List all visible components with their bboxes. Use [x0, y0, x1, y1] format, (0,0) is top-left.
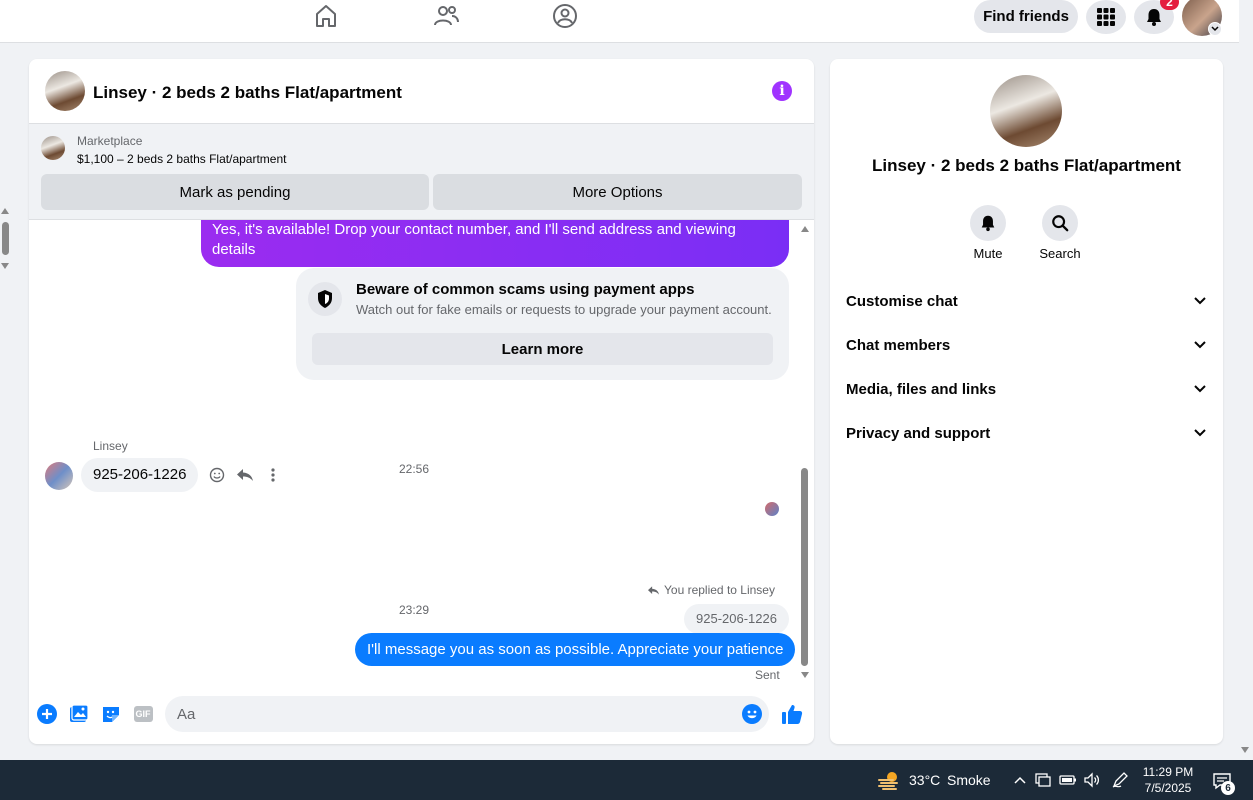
shield-icon: [308, 282, 342, 316]
emoji-icon[interactable]: [741, 703, 763, 725]
marketplace-thumbnail[interactable]: [41, 136, 65, 160]
chevron-down-icon[interactable]: [1208, 22, 1222, 36]
marketplace-label: Marketplace: [77, 134, 143, 148]
chat-scroll-up-arrow[interactable]: [801, 226, 809, 232]
section-privacy-support[interactable]: Privacy and support: [838, 411, 1215, 455]
network-icon[interactable]: [1034, 771, 1052, 789]
thumbs-up-icon[interactable]: [781, 703, 803, 725]
os-taskbar: 33°C Smoke 11:29 PM 7/5/2025 6: [0, 760, 1253, 800]
weather-smoke-icon[interactable]: [877, 769, 901, 791]
search-icon: [1042, 205, 1078, 241]
reply-icon: [648, 585, 659, 595]
find-friends-button[interactable]: Find friends: [974, 0, 1078, 33]
mute-button[interactable]: Mute: [958, 205, 1018, 261]
more-options-button[interactable]: More Options: [433, 174, 802, 210]
section-chat-members[interactable]: Chat members: [838, 323, 1215, 367]
message-input[interactable]: [165, 696, 769, 732]
notification-badge: 2: [1160, 0, 1179, 10]
section-media-files-links[interactable]: Media, files and links: [838, 367, 1215, 411]
panel-title: Linsey · 2 beds 2 baths Flat/apartment: [872, 156, 1181, 175]
chevron-down-icon: [1194, 429, 1206, 437]
marketplace-listing[interactable]: $1,100 – 2 beds 2 baths Flat/apartment: [77, 152, 286, 166]
listing-photo[interactable]: [990, 75, 1062, 147]
chat-window: Linsey · 2 beds 2 baths Flat/apartment i…: [29, 59, 814, 744]
page-scroll-up-arrow[interactable]: [1, 208, 9, 214]
weather-temperature[interactable]: 33°C: [909, 772, 940, 788]
mute-label: Mute: [973, 246, 1003, 261]
chevron-up-icon[interactable]: [1011, 771, 1029, 789]
page-scrollbar-thumb[interactable]: [2, 222, 9, 255]
chevron-down-icon: [1194, 341, 1206, 349]
groups-icon[interactable]: [551, 2, 579, 30]
top-navigation-bar: Find friends 2: [0, 0, 1239, 43]
search-label: Search: [1039, 246, 1081, 261]
chevron-down-icon: [1194, 385, 1206, 393]
battery-icon[interactable]: [1059, 771, 1077, 789]
chat-scroll-down-arrow[interactable]: [801, 672, 809, 678]
sender-name: Linsey: [93, 439, 128, 453]
reply-icon[interactable]: [235, 465, 255, 485]
react-emoji-icon[interactable]: [207, 465, 227, 485]
chat-title[interactable]: Linsey · 2 beds 2 baths Flat/apartment: [93, 83, 402, 103]
learn-more-button[interactable]: Learn more: [312, 333, 773, 365]
outgoing-message[interactable]: Yes, it's available! Drop your contact n…: [201, 220, 789, 267]
weather-condition[interactable]: Smoke: [947, 772, 991, 788]
page-scroll-down-arrow[interactable]: [1, 263, 9, 269]
menu-grid-button[interactable]: [1086, 0, 1126, 34]
volume-icon[interactable]: [1083, 771, 1101, 789]
section-customise-chat[interactable]: Customise chat: [838, 279, 1215, 323]
section-label: Privacy and support: [846, 424, 991, 442]
clock-date: 7/5/2025: [1144, 781, 1192, 795]
message-status: Sent: [755, 668, 780, 682]
scam-warning-card: Beware of common scams using payment app…: [296, 268, 789, 380]
sender-avatar[interactable]: [45, 462, 73, 490]
search-button[interactable]: Search: [1030, 205, 1090, 261]
system-clock[interactable]: 11:29 PM 7/5/2025: [1138, 764, 1198, 796]
home-icon[interactable]: [312, 2, 340, 30]
sticker-icon[interactable]: [100, 703, 122, 725]
section-label: Media, files and links: [846, 380, 997, 398]
quoted-message[interactable]: 925-206-1226: [684, 604, 789, 634]
notification-center-badge: 6: [1221, 781, 1235, 795]
outgoing-message[interactable]: I'll message you as soon as possible. Ap…: [355, 633, 796, 666]
mark-as-pending-button[interactable]: Mark as pending: [41, 174, 429, 210]
photo-icon[interactable]: [68, 703, 90, 725]
replied-label: You replied to Linsey: [647, 583, 775, 597]
listing-thumbnail[interactable]: [45, 71, 85, 111]
incoming-message[interactable]: 925-206-1226: [81, 458, 199, 492]
bell-icon: [1147, 9, 1161, 26]
message-composer: GIF: [29, 685, 814, 744]
chat-header: Linsey · 2 beds 2 baths Flat/apartment i: [29, 59, 814, 124]
section-label: Customise chat: [846, 292, 958, 310]
grid-icon: [1097, 8, 1115, 26]
bell-icon: [970, 205, 1006, 241]
scam-warning-body: Watch out for fake emails or requests to…: [356, 302, 772, 317]
marketplace-banner: Marketplace $1,100 – 2 beds 2 baths Flat…: [29, 124, 814, 220]
pen-icon[interactable]: [1111, 771, 1129, 789]
conversation-info-panel: Linsey · 2 beds 2 baths Flat/apartment M…: [830, 59, 1223, 744]
friends-icon[interactable]: [432, 2, 460, 30]
replied-label-text: You replied to Linsey: [664, 583, 775, 597]
plus-icon[interactable]: [36, 703, 58, 725]
gif-icon[interactable]: GIF: [132, 703, 154, 725]
clock-time: 11:29 PM: [1142, 765, 1194, 779]
scam-warning-title: Beware of common scams using payment app…: [356, 281, 695, 298]
info-icon[interactable]: i: [772, 81, 792, 101]
chat-scrollbar-thumb[interactable]: [801, 468, 808, 666]
seen-avatar: [765, 502, 779, 516]
section-label: Chat members: [846, 336, 951, 354]
more-actions-icon[interactable]: [263, 465, 283, 485]
chevron-down-icon: [1194, 297, 1206, 305]
message-list: Yes, it's available! Drop your contact n…: [29, 220, 814, 685]
page-scroll-down-arrow-right[interactable]: [1241, 747, 1249, 753]
